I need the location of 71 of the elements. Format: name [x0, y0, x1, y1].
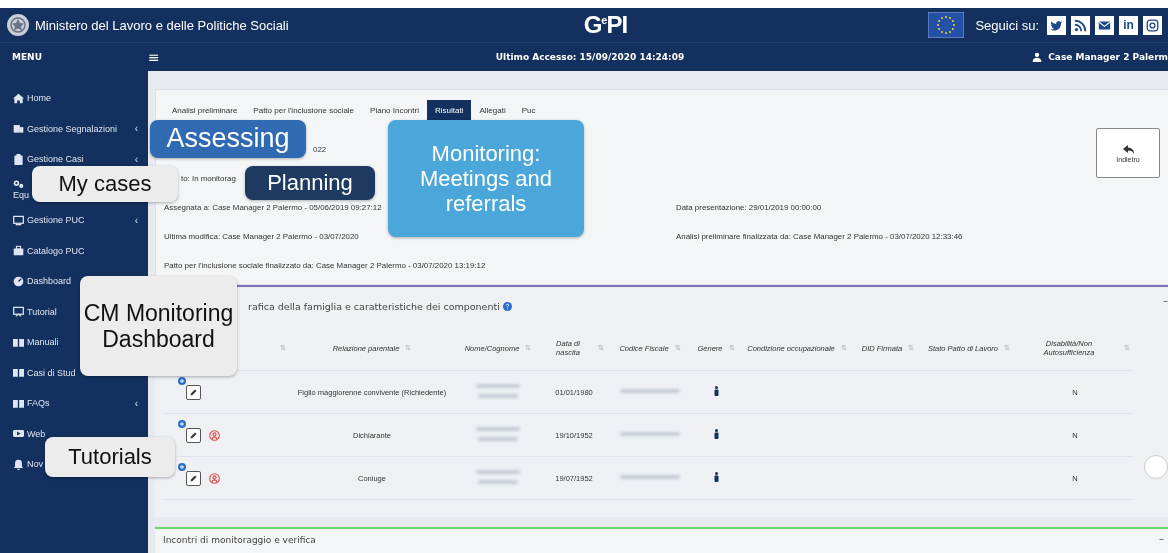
- last-access-text: Ultimo Accesso: 15/09/2020 14:24:09: [495, 52, 685, 62]
- bell-icon: [13, 458, 24, 470]
- callout-label: Planning: [245, 166, 375, 200]
- pencil-icon: [189, 388, 198, 396]
- document-icon: [13, 123, 24, 135]
- person-icon: [713, 429, 719, 439]
- book-icon: [13, 397, 24, 409]
- tab[interactable]: Puc: [513, 100, 544, 121]
- book-icon: [13, 336, 24, 348]
- tab[interactable]: Patto per l'inclusione sociale: [245, 100, 363, 121]
- chevron-icon[interactable]: ‹: [134, 123, 138, 135]
- chevron-icon[interactable]: ‹: [134, 153, 138, 165]
- eu-flag-icon: [928, 12, 965, 38]
- emblem-icon: [6, 13, 30, 37]
- sidebar-item[interactable]: Catalogo PUC: [27, 245, 85, 256]
- tab[interactable]: Piano Incontri: [362, 100, 427, 121]
- social-link[interactable]: in: [1119, 15, 1138, 35]
- collapse-icon[interactable]: –: [1159, 533, 1164, 544]
- tab[interactable]: Allegati: [471, 100, 514, 121]
- book-icon: [13, 367, 24, 379]
- chevron-icon[interactable]: ‹: [134, 214, 138, 226]
- sidebar-item[interactable]: FAQs: [27, 398, 50, 409]
- help-icon: [502, 302, 512, 311]
- tab[interactable]: Risultati: [427, 100, 472, 121]
- gepi-logo: G$^{e}$PI: [583, 13, 628, 37]
- person-icon: [713, 472, 719, 482]
- sidebar-item[interactable]: Gestione Casi: [27, 154, 84, 165]
- sidebar-item[interactable]: Tutorial: [27, 306, 57, 317]
- sidebar-item[interactable]: Dashboard: [27, 276, 72, 287]
- section-title: Incontri di monitoraggio e verifica: [163, 535, 316, 545]
- clipboard-icon: [13, 153, 24, 165]
- gears-icon: [13, 179, 24, 191]
- video-icon: [13, 428, 24, 440]
- sidebar-item[interactable]: Casi di Stud: [27, 367, 76, 378]
- sidebar-item[interactable]: Web: [27, 428, 46, 439]
- callout-label: Monitoring: Meetings and referrals: [388, 120, 584, 237]
- collapse-icon[interactable]: –: [1163, 295, 1168, 306]
- back-arrow-icon: [1122, 143, 1134, 154]
- person-icon: [713, 386, 719, 396]
- user-name[interactable]: Case Manager 2 Palerm: [1048, 52, 1168, 62]
- callout-label: CM Monitoring Dashboard: [80, 276, 237, 376]
- expand-icon[interactable]: [178, 377, 186, 385]
- briefcase-icon: [13, 245, 24, 257]
- sidebar-item[interactable]: Home: [27, 93, 51, 104]
- sidebar-item[interactable]: Equ: [13, 190, 29, 201]
- home-icon: [13, 92, 24, 104]
- edit-button[interactable]: [186, 427, 201, 443]
- sidebar-item[interactable]: Manuali: [27, 337, 59, 348]
- ministry-title: Ministero del Lavoro e delle Politiche Sociali: [35, 17, 289, 33]
- edit-button[interactable]: [186, 470, 201, 486]
- sidebar-item[interactable]: Gestione Segnalazioni: [27, 123, 118, 134]
- menu-label: MENU: [11, 52, 43, 62]
- expand-icon[interactable]: [178, 463, 186, 471]
- gauge-icon: [13, 275, 24, 287]
- monitor-icon: [13, 214, 24, 226]
- section-title: rafica della famiglia e caratteristiche dei componenti: [248, 301, 500, 312]
- callout-label: My cases: [32, 166, 178, 202]
- menu-icon[interactable]: ≡: [148, 49, 160, 65]
- expand-icon[interactable]: [178, 420, 186, 428]
- pencil-icon: [189, 474, 198, 482]
- chevron-icon[interactable]: ‹: [134, 397, 138, 409]
- sidebar-item[interactable]: Nov: [27, 459, 43, 470]
- callout-label: Assessing: [150, 120, 306, 158]
- tab[interactable]: Analisi preliminare: [164, 100, 246, 121]
- callout-label: Tutorials: [45, 437, 175, 477]
- pencil-icon: [189, 431, 198, 439]
- edit-button[interactable]: [186, 384, 201, 400]
- user-icon: [1032, 52, 1043, 62]
- screen-icon: [13, 306, 24, 318]
- sidebar-item[interactable]: Gestione PUC: [27, 215, 85, 226]
- follow-label: Seguici su:: [975, 17, 1039, 33]
